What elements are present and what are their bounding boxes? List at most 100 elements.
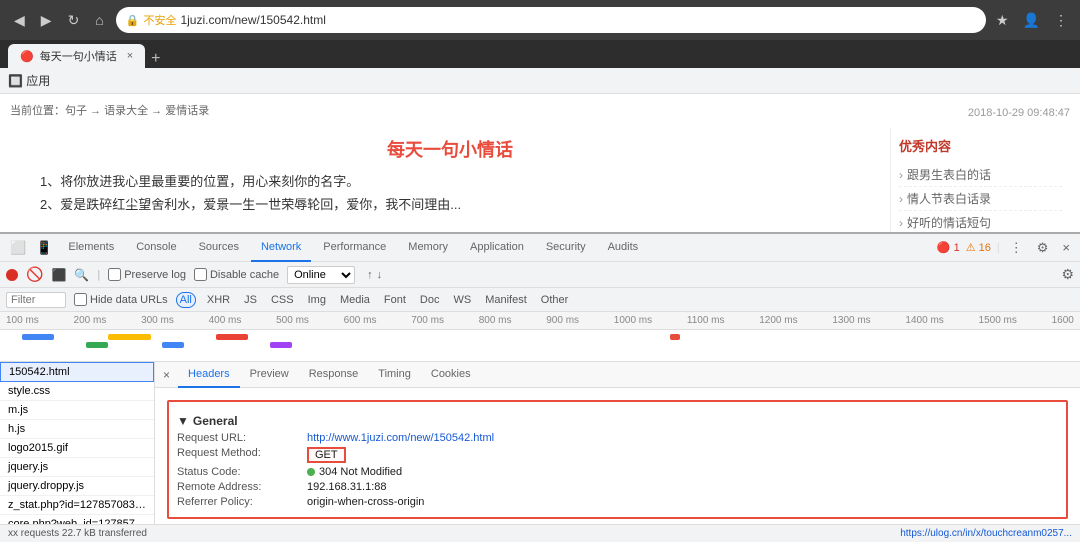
close-devtools-button[interactable]: × [1058,238,1074,257]
mark-300: 300 ms [141,315,174,326]
request-item-7[interactable]: z_stat.php?id=1278570834&... [0,496,154,515]
detail-tab-cookies[interactable]: Cookies [421,362,481,388]
forward-button[interactable]: ▶ [35,8,58,33]
mark-1300: 1300 ms [832,315,870,326]
inspect-element-button[interactable]: ⬜ [6,238,30,258]
request-item-4[interactable]: logo2015.gif [0,439,154,458]
error-count: 🔴 1 [937,241,960,254]
request-item-6[interactable]: jquery.droppy.js [0,477,154,496]
disable-cache-checkbox[interactable] [194,268,207,281]
mark-400: 400 ms [209,315,242,326]
lock-label: 不安全 [143,12,176,28]
request-item-0[interactable]: 150542.html [0,362,154,382]
home-button[interactable]: ⌂ [89,8,109,32]
devtools-toolbar: ⬜ 📱 Elements Console Sources Network Per… [0,234,1080,262]
request-item-1[interactable]: style.css [0,382,154,401]
request-method-key: Request Method: [177,447,307,463]
back-button[interactable]: ◀ [8,8,31,33]
filter-manifest[interactable]: Manifest [482,293,530,307]
filter-button[interactable]: ⬛ [51,268,66,282]
tab-network[interactable]: Network [251,234,311,262]
tab-close-icon[interactable]: × [127,50,133,62]
preserve-log-checkbox[interactable] [108,268,121,281]
apps-bookmark[interactable]: 🔲 应用 [8,72,50,89]
filter-img[interactable]: Img [305,293,329,307]
tab-elements[interactable]: Elements [58,234,124,262]
account-button[interactable]: 👤 [1019,8,1044,33]
tab-security[interactable]: Security [536,234,596,262]
sidebar-item-1[interactable]: 跟男生表白的话 [899,163,1062,187]
new-tab-button[interactable]: + [151,50,160,68]
requests-panel: 150542.html style.css m.js h.js logo2015… [0,362,155,524]
detail-tab-preview[interactable]: Preview [240,362,299,388]
referrer-policy-key: Referrer Policy: [177,496,307,508]
tab-audits[interactable]: Audits [598,234,649,262]
request-item-8[interactable]: core.php?web_id=12785708... [0,515,154,524]
mark-600: 600 ms [344,315,377,326]
search-button[interactable]: 🔍 [74,268,89,282]
menu-button[interactable]: ⋮ [1050,8,1072,33]
mark-1600: 1600 [1052,315,1074,326]
page-line-2: 2、爱是跌碎红尘望舍利水，爱景一生一世荣辱轮回，爱你，我不间理由... [40,193,860,216]
app-root: ◀ ▶ ↻ ⌂ 🔒 不安全 1juzi.com/new/150542.html … [0,0,1080,542]
request-url-value[interactable]: http://www.1juzi.com/new/150542.html [307,432,494,444]
filter-all[interactable]: All [176,292,196,308]
request-item-2[interactable]: m.js [0,401,154,420]
more-tools-button[interactable]: ⋮ [1006,238,1027,258]
mark-800: 800 ms [479,315,512,326]
detail-tab-headers[interactable]: Headers [178,362,240,388]
settings-button[interactable]: ⚙ [1033,238,1053,258]
preserve-log-label[interactable]: Preserve log [108,268,186,281]
hide-data-urls-checkbox[interactable] [74,293,87,306]
lock-icon: 🔒 [126,14,140,27]
tab-memory[interactable]: Memory [398,234,458,262]
filter-js[interactable]: JS [241,293,260,307]
disable-cache-text: Disable cache [210,269,279,281]
clear-button[interactable]: 🚫 [26,266,43,283]
timeline-bar-special [670,334,681,340]
network-settings-button[interactable]: ⚙ [1061,266,1074,283]
request-item-3[interactable]: h.js [0,420,154,439]
star-button[interactable]: ★ [992,8,1013,33]
request-method-row: Request Method: GET [177,447,1058,463]
timeline-bar-5 [216,334,248,340]
general-section: ▼ General Request URL: http://www.1juzi.… [167,400,1068,519]
timeline-ruler-marks: 100 ms 200 ms 300 ms 400 ms 500 ms 600 m… [4,315,1076,326]
record-button[interactable] [6,269,18,281]
address-bar[interactable]: 🔒 不安全 1juzi.com/new/150542.html [116,7,986,33]
filter-other[interactable]: Other [538,293,572,307]
throttle-select[interactable]: Online Offline Slow 3G Fast 3G [287,266,355,284]
tab-application[interactable]: Application [460,234,534,262]
sidebar-item-2[interactable]: 情人节表白话录 [899,187,1062,211]
upload-download-icons: ↑ ↓ [367,269,382,281]
mark-900: 900 ms [546,315,579,326]
filter-ws[interactable]: WS [450,293,474,307]
filter-xhr[interactable]: XHR [204,293,233,307]
timeline-ruler: 100 ms 200 ms 300 ms 400 ms 500 ms 600 m… [0,312,1080,330]
timeline-content [0,330,1080,362]
browser-tab[interactable]: 🔴 每天一句小情话 × [8,44,145,68]
filter-input[interactable] [6,292,66,308]
detail-tab-response[interactable]: Response [299,362,369,388]
filter-doc[interactable]: Doc [417,293,443,307]
filter-font[interactable]: Font [381,293,409,307]
disable-cache-label[interactable]: Disable cache [194,268,279,281]
hide-data-urls-label[interactable]: Hide data URLs [74,293,168,306]
network-toolbar: 🚫 ⬛ 🔍 | Preserve log Disable cache Onlin… [0,262,1080,288]
filter-media[interactable]: Media [337,293,373,307]
tab-console[interactable]: Console [126,234,186,262]
refresh-button[interactable]: ↻ [62,8,86,33]
timeline: 100 ms 200 ms 300 ms 400 ms 500 ms 600 m… [0,312,1080,362]
device-toggle-button[interactable]: 📱 [32,238,56,258]
detail-content: ▼ General Request URL: http://www.1juzi.… [155,388,1080,524]
url-text: 1juzi.com/new/150542.html [180,13,325,27]
remote-address-value: 192.168.31.1:88 [307,481,387,493]
detail-close-button[interactable]: × [155,364,178,386]
filter-css[interactable]: CSS [268,293,297,307]
detail-tab-timing[interactable]: Timing [368,362,421,388]
timeline-bar-6 [270,342,292,348]
tab-sources[interactable]: Sources [189,234,249,262]
mark-100: 100 ms [6,315,39,326]
request-item-5[interactable]: jquery.js [0,458,154,477]
tab-performance[interactable]: Performance [313,234,396,262]
